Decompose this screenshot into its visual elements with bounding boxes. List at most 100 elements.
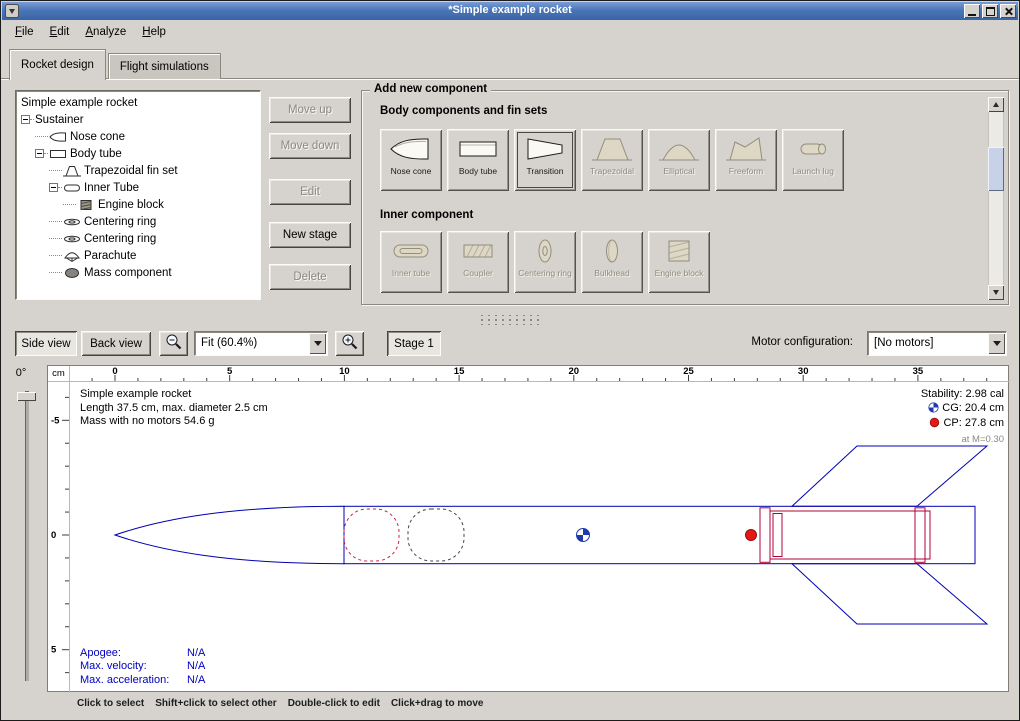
fin-bottom-shape[interactable] (792, 564, 987, 624)
rocket-mass-text: Mass with no motors 54.6 g (80, 415, 268, 429)
new-stage-button[interactable]: New stage (269, 222, 351, 248)
add-centering-ring-button: Centering ring (514, 231, 576, 293)
mass-component-shape[interactable] (408, 509, 464, 561)
titlebar[interactable]: *Simple example rocket (2, 2, 1018, 20)
statusbar-hint: Double-click to edit (288, 698, 380, 721)
tree-item-sustainer[interactable]: Sustainer (17, 111, 260, 128)
tree-line (49, 238, 62, 239)
svg-text:15: 15 (454, 366, 465, 377)
rocket-dimensions-text: Length 37.5 cm, max. diameter 2.5 cm (80, 402, 268, 416)
statusbar: Click to selectShift+click to select oth… (1, 693, 1019, 721)
menu-help[interactable]: Help (134, 23, 174, 41)
parachute-shape[interactable] (344, 509, 399, 561)
dropdown-arrow-icon[interactable] (988, 333, 1005, 354)
add-transition-button[interactable]: Transition (514, 129, 576, 191)
stage-1-toggle[interactable]: Stage 1 (387, 331, 441, 356)
tree-expander-icon[interactable] (35, 149, 44, 158)
tab-bar: Rocket design Flight simulations (9, 48, 221, 79)
tree-item-parachute[interactable]: Parachute (17, 247, 260, 264)
tree-item-centering-ring[interactable]: Centering ring (17, 213, 260, 230)
magnifier-minus-icon (165, 333, 183, 354)
statusbar-hint: Click+drag to move (391, 698, 484, 721)
engine-block-shape[interactable] (773, 514, 782, 557)
splitter-handle[interactable] (1, 313, 1019, 327)
minimize-button[interactable] (964, 4, 980, 18)
tree-item-simple-example-rocket[interactable]: Simple example rocket (17, 94, 260, 111)
motor-configuration-select[interactable]: [No motors] (867, 331, 1007, 356)
stability-text: Stability: 2.98 cal (921, 388, 1004, 402)
rocket-drawing[interactable] (70, 382, 1010, 693)
body-tube-shape[interactable] (344, 506, 975, 563)
scroll-up-button[interactable] (988, 97, 1004, 112)
tree-item-nose-cone[interactable]: Nose cone (17, 128, 260, 145)
close-button[interactable] (1000, 4, 1016, 18)
svg-text:20: 20 (569, 366, 580, 377)
tree-line (58, 187, 62, 188)
tab-flight-simulations[interactable]: Flight simulations (108, 53, 221, 79)
component-tree[interactable]: Simple example rocketSustainer Nose cone B… (15, 90, 261, 300)
menu-file[interactable]: File (7, 23, 42, 41)
tree-expander-icon[interactable] (21, 115, 30, 124)
tree-item-label: Body tube (70, 148, 122, 160)
app-window: *Simple example rocket FileEditAnalyzeHe… (0, 0, 1020, 721)
centeringring-icon (523, 236, 567, 266)
centering-ring-front-shape[interactable] (760, 508, 770, 563)
cp-symbol (929, 417, 940, 433)
engineblock-icon (77, 199, 95, 211)
zoom-out-button[interactable] (159, 331, 188, 356)
close-icon (1004, 7, 1013, 16)
scroll-down-button[interactable] (988, 285, 1004, 300)
nosecone-icon (389, 134, 433, 164)
tab-rocket-design[interactable]: Rocket design (9, 49, 106, 80)
rotation-slider-handle[interactable] (17, 392, 36, 401)
dropdown-arrow-icon[interactable] (309, 333, 326, 354)
centeringring-icon (63, 216, 81, 228)
transition-icon (523, 134, 567, 164)
fin-top-shape[interactable] (792, 446, 987, 506)
centering-ring-rear-shape[interactable] (915, 508, 925, 563)
rocket-name-text: Simple example rocket (80, 388, 268, 402)
zoom-select[interactable]: Fit (60.4%) (194, 331, 328, 356)
tree-line (49, 255, 62, 256)
menu-edit[interactable]: Edit (42, 23, 78, 41)
palette-scrollbar[interactable] (988, 97, 1004, 300)
zoom-in-button[interactable] (335, 331, 364, 356)
elliptical-icon (657, 134, 701, 164)
flight-info-value: N/A (187, 674, 205, 686)
innertube-icon (389, 236, 433, 266)
palette-button-label: Bulkhead (592, 269, 631, 278)
inner-tube-shape[interactable] (770, 511, 930, 559)
edit-button: Edit (269, 179, 351, 205)
palette-section-title-body-components-and-fin-sets: Body components and fin sets (380, 105, 547, 117)
add-body-tube-button[interactable]: Body tube (447, 129, 509, 191)
tree-line (49, 272, 62, 273)
nose-cone-shape[interactable] (115, 506, 344, 563)
palette-button-label: Engine block (653, 269, 706, 278)
tree-item-label: Nose cone (70, 131, 125, 143)
tree-item-inner-tube[interactable]: Inner Tube (17, 179, 260, 196)
tree-item-body-tube[interactable]: Body tube (17, 145, 260, 162)
tree-item-label: Trapezoidal fin set (84, 165, 178, 177)
tree-item-engine-block[interactable]: Engine block (17, 196, 260, 213)
tree-expander-icon[interactable] (49, 183, 58, 192)
tree-item-label: Centering ring (84, 216, 156, 228)
rocket-canvas[interactable]: Simple example rocket Length 37.5 cm, ma… (70, 382, 1010, 693)
tree-line (63, 204, 76, 205)
tree-item-centering-ring[interactable]: Centering ring (17, 230, 260, 247)
scrollbar-thumb[interactable] (988, 147, 1004, 191)
magnifier-plus-icon (341, 333, 359, 354)
side-view-button[interactable]: Side view (15, 331, 77, 356)
maximize-button[interactable] (982, 4, 998, 18)
menu-analyze[interactable]: Analyze (77, 23, 134, 41)
add-nose-cone-button[interactable]: Nose cone (380, 129, 442, 191)
rotation-slider-track[interactable] (25, 391, 29, 681)
tree-item-trapezoidal-fin-set[interactable]: Trapezoidal fin set (17, 162, 260, 179)
stability-summary: Stability: 2.98 cal CG: 20.4 cm CP: 27.8… (921, 388, 1004, 446)
motor-configuration-value: [No motors] (874, 337, 933, 349)
back-view-button[interactable]: Back view (81, 331, 151, 356)
svg-text:10: 10 (339, 366, 350, 377)
tree-item-mass-component[interactable]: Mass component (17, 264, 260, 281)
bodytube-icon (456, 134, 500, 164)
add-component-group: Add new component Body components and fi… (361, 90, 1009, 305)
cg-text: CG: 20.4 cm (942, 402, 1004, 414)
